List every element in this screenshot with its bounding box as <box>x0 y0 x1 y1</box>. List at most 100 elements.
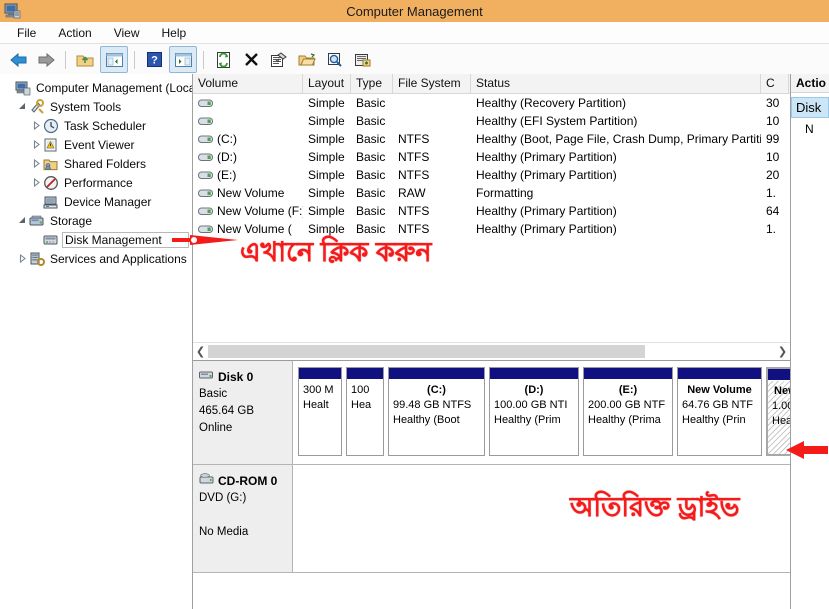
sidebar-item-shared-folders[interactable]: Shared Folders <box>0 154 192 173</box>
delete-button[interactable] <box>238 47 264 72</box>
scrollbar-thumb[interactable] <box>208 345 645 358</box>
disk-name: Disk 0 <box>218 370 254 384</box>
partition-block[interactable]: 300 M Healt <box>298 367 342 456</box>
partition-title: (D:) <box>524 384 544 396</box>
column-header-c[interactable]: C <box>761 74 789 93</box>
system-tools-icon <box>29 98 45 115</box>
partition-block[interactable]: (E:) 200.00 GB NTF Healthy (Prima <box>583 367 673 456</box>
c-cell: 10 <box>766 150 780 164</box>
forward-button[interactable] <box>33 47 59 72</box>
column-header-layout[interactable]: Layout <box>303 74 351 93</box>
actions-header: Actio <box>791 74 829 93</box>
tree-twisty-8[interactable] <box>30 233 43 246</box>
console-tree: Computer Management (Local System Tools Ta… <box>0 74 193 609</box>
create-vhd-button[interactable] <box>350 47 376 72</box>
table-row[interactable]: Simple Basic Healthy (Recovery Partition) 3… <box>193 94 790 112</box>
volume-cell <box>193 116 303 127</box>
partition-block[interactable]: 100 Hea <box>346 367 384 456</box>
volume-cell: New Volume <box>193 186 303 200</box>
services-icon <box>29 251 45 267</box>
tree-twisty-3[interactable] <box>30 138 43 151</box>
partition-color-bar <box>347 368 383 379</box>
actions-item-disk-management[interactable]: Disk <box>791 97 829 118</box>
folder-up-button[interactable] <box>72 47 98 72</box>
file-system-cell: RAW <box>398 186 426 200</box>
scrollbar-track[interactable] <box>208 345 775 358</box>
menu-file[interactable]: File <box>8 24 45 42</box>
table-row[interactable]: New Volume Simple Basic RAW Formatting 1. <box>193 184 790 202</box>
status-cell: Formatting <box>476 186 534 200</box>
actions-subitem[interactable]: N <box>791 118 829 136</box>
status-cell: Healthy (Primary Partition) <box>476 222 617 236</box>
sidebar-item-storage[interactable]: Storage <box>0 211 192 230</box>
show-action-pane-button[interactable] <box>169 46 197 73</box>
sidebar-item-performance[interactable]: Performance <box>0 173 192 192</box>
disk-info-cd-rom-0[interactable]: CD-ROM 0 DVD (G:) No Media <box>193 465 293 572</box>
table-row[interactable]: New Volume (Simple Basic NTFS Healthy (Prim… <box>193 220 790 238</box>
partition-body: 300 M Healt <box>299 379 341 455</box>
sidebar-item-computer-management-local[interactable]: Computer Management (Local <box>0 78 192 97</box>
sidebar-item-event-viewer[interactable]: Event Viewer <box>0 135 192 154</box>
partition-color-bar <box>768 369 790 380</box>
tree-twisty-4[interactable] <box>30 157 43 170</box>
file-system-cell: NTFS <box>398 204 430 218</box>
properties-button[interactable] <box>266 47 292 72</box>
volume-cell <box>193 98 303 109</box>
column-header-volume[interactable]: Volume <box>193 74 303 93</box>
show-hide-console-tree-button[interactable] <box>100 46 128 73</box>
type-cell: Basic <box>356 150 386 164</box>
file-system-cell: NTFS <box>398 168 430 182</box>
table-row[interactable]: (D:) Simple Basic NTFS Healthy (Primary Part… <box>193 148 790 166</box>
sidebar-item-label: Task Scheduler <box>64 118 147 133</box>
table-row[interactable]: (E:) Simple Basic NTFS Healthy (Primary Part… <box>193 166 790 184</box>
tree-twisty-1[interactable] <box>16 100 29 113</box>
open-button[interactable] <box>294 47 320 72</box>
menu-view[interactable]: View <box>105 24 149 42</box>
partition-color-bar <box>389 368 484 379</box>
status-cell: Healthy (Primary Partition) <box>476 204 617 218</box>
sidebar-item-services-and-applications[interactable]: Services and Applications <box>0 249 192 268</box>
partition-body: New Volume 64.76 GB NTF Healthy (Prin <box>678 379 761 455</box>
sidebar-item-device-manager[interactable]: Device Manager <box>0 192 192 211</box>
partition-body: New Vo 1.00 GB Healthy <box>768 380 790 454</box>
table-row[interactable]: Simple Basic Healthy (EFI System Partition… <box>193 112 790 130</box>
refresh-button[interactable] <box>210 47 236 72</box>
column-header-type[interactable]: Type <box>351 74 393 93</box>
tree-twisty-7[interactable] <box>16 214 29 227</box>
sidebar-item-disk-management[interactable]: Disk Management <box>0 230 192 249</box>
table-row[interactable]: (C:) Simple Basic NTFS Healthy (Boot, Page F… <box>193 130 790 148</box>
partition-size: 100 <box>351 384 370 396</box>
disk-row: Disk 0 Basic 465.64 GB Online 300 M Healt 100 H… <box>193 361 790 465</box>
sidebar-item-task-scheduler[interactable]: Task Scheduler <box>0 116 192 135</box>
tree-twisty-6[interactable] <box>30 195 43 208</box>
partition-block[interactable]: (D:) 100.00 GB NTI Healthy (Prim <box>489 367 579 456</box>
column-header-file-system[interactable]: File System <box>393 74 471 93</box>
sidebar-item-label: Services and Applications <box>50 251 187 266</box>
rescan-disks-button[interactable] <box>322 47 348 72</box>
scroll-left-icon[interactable]: ❮ <box>193 345 208 358</box>
tree-twisty-5[interactable] <box>30 176 43 189</box>
tree-twisty-0[interactable] <box>2 81 15 94</box>
menu-action[interactable]: Action <box>49 24 100 42</box>
layout-cell: Simple <box>308 204 345 218</box>
table-row[interactable]: New Volume (F:) Simple Basic NTFS Healthy (P… <box>193 202 790 220</box>
column-header-status[interactable]: Status <box>471 74 761 93</box>
volume-label: New Volume (F:) <box>217 204 303 218</box>
scroll-right-icon[interactable]: ❯ <box>775 345 790 358</box>
disk-type: Basic <box>199 388 228 400</box>
back-button[interactable] <box>5 47 31 72</box>
disk-status: No Media <box>199 526 249 538</box>
sidebar-item-system-tools[interactable]: System Tools <box>0 97 192 116</box>
partition-block[interactable]: New Vo 1.00 GB Healthy <box>766 367 790 456</box>
partition-block[interactable]: New Volume 64.76 GB NTF Healthy (Prin <box>677 367 762 456</box>
tree-twisty-2[interactable] <box>30 119 43 132</box>
partition-size: 64.76 GB NTF <box>682 399 753 411</box>
menu-help[interactable]: Help <box>153 24 196 42</box>
volume-label: New Volume ( <box>217 222 292 236</box>
help-button[interactable]: ? <box>141 47 167 72</box>
disk-info-disk-0[interactable]: Disk 0 Basic 465.64 GB Online <box>193 361 293 464</box>
window-title: Computer Management <box>346 3 483 19</box>
partition-block[interactable]: (C:) 99.48 GB NTFS Healthy (Boot <box>388 367 485 456</box>
tree-twisty-9[interactable] <box>16 252 29 265</box>
volume-list-hscrollbar[interactable]: ❮ ❯ <box>193 342 790 360</box>
